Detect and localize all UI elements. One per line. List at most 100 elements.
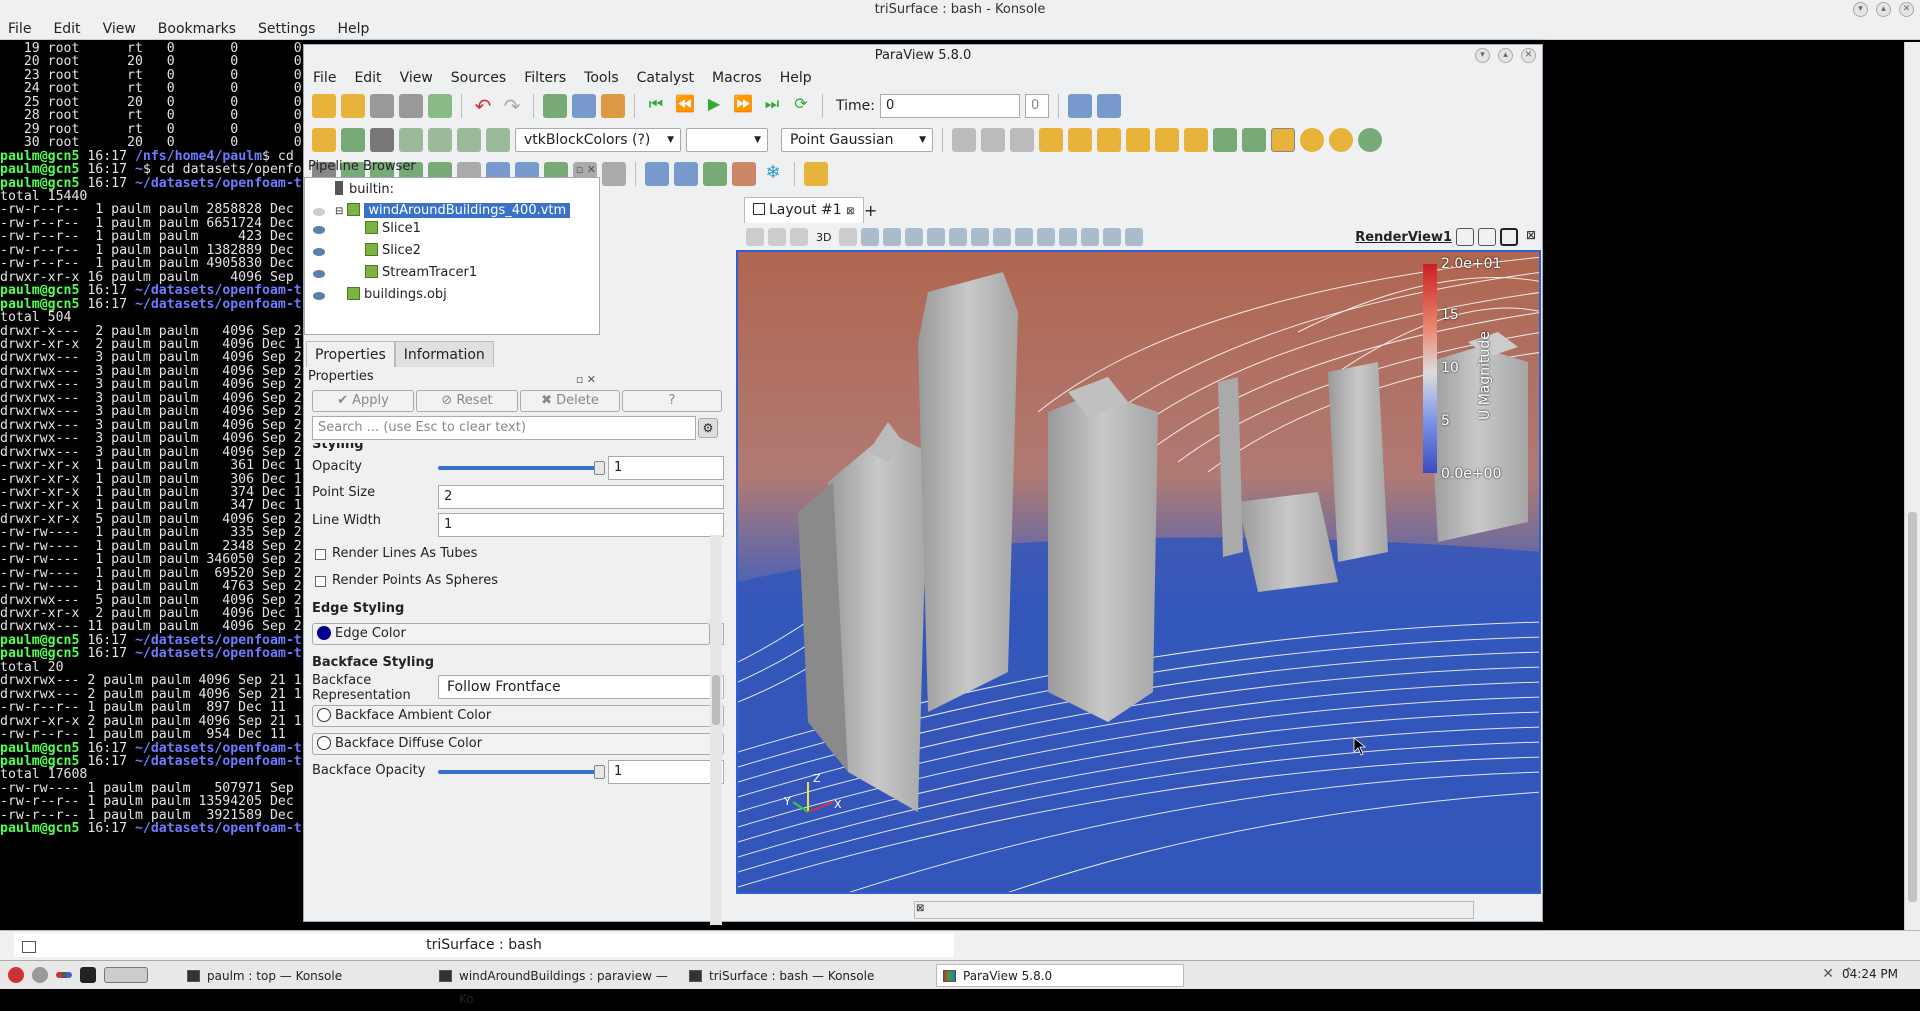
screenshot-icon[interactable] (572, 94, 596, 118)
menu-macros[interactable]: Macros (712, 67, 762, 89)
view-plus-x-icon[interactable] (1039, 128, 1063, 152)
close-view-icon[interactable]: ⊠ (1522, 228, 1540, 246)
previous-frame-icon[interactable]: ⏪ (673, 94, 697, 118)
backface-representation-select[interactable]: Follow Frontface▼ (438, 675, 724, 699)
konsole-maximize-button[interactable]: ▴ (1876, 2, 1891, 17)
colorbar[interactable] (1423, 264, 1437, 473)
point-size-input[interactable]: 2 (438, 485, 724, 509)
konsole-close-button[interactable]: ✕ (1899, 2, 1914, 17)
zoom-to-data-icon[interactable] (768, 228, 786, 246)
backface-opacity-slider-handle[interactable] (594, 765, 605, 779)
help-button[interactable]: ? (622, 390, 722, 412)
hover-cells-icon[interactable] (1015, 228, 1034, 246)
network-icon[interactable]: ✕ (1822, 966, 1834, 982)
opacity-input[interactable]: 1 (608, 456, 724, 480)
grow-selection-icon[interactable] (1037, 228, 1056, 246)
paraview-maximize-button[interactable]: ▴ (1498, 48, 1513, 63)
clock[interactable]: 04:24 PM (1842, 967, 1898, 981)
konsole-menu-bookmarks[interactable]: Bookmarks (158, 20, 236, 39)
render-lines-tubes-checkbox[interactable] (315, 549, 326, 560)
tab-information[interactable]: Information (394, 341, 494, 367)
properties-scrollbar[interactable] (710, 535, 722, 925)
python-shell-icon[interactable] (703, 162, 727, 186)
backface-diffuse-color-button[interactable]: Backface Diffuse Color (312, 733, 724, 755)
add-data-icon[interactable] (1096, 94, 1121, 118)
task-top-konsole[interactable]: paulm : top — Konsole (180, 964, 430, 987)
gear-icon[interactable]: ⚙ (698, 418, 718, 438)
view-plus-y-icon[interactable] (1097, 128, 1121, 152)
color-dots-icon[interactable] (56, 972, 72, 978)
select-cells-icon[interactable] (861, 228, 880, 246)
select-frustum-icon[interactable] (905, 228, 924, 246)
snowflake-icon[interactable]: ❄ (761, 162, 785, 186)
tab-properties[interactable]: Properties (306, 341, 395, 367)
konsole-menu-help[interactable]: Help (337, 20, 369, 39)
tab-layout-1[interactable]: Layout #1 ⊠ (744, 197, 864, 223)
terminal-launcher-icon[interactable] (80, 967, 96, 983)
paraview-minimize-button[interactable]: ▾ (1475, 48, 1490, 63)
find-data-icon[interactable] (1067, 94, 1092, 118)
trace-icon[interactable] (732, 162, 756, 186)
view-minus-y-icon[interactable] (1126, 128, 1150, 152)
center-axes-icon[interactable] (1271, 128, 1295, 152)
edit-colormap-icon[interactable] (370, 128, 394, 152)
camera-icon[interactable] (543, 94, 567, 118)
next-frame-icon[interactable]: ⏩ (731, 94, 755, 118)
pick-center-icon[interactable] (1300, 128, 1324, 152)
zoom-to-data-icon[interactable] (981, 128, 1005, 152)
color-palette-icon[interactable] (601, 94, 625, 118)
menu-help[interactable]: Help (780, 67, 812, 89)
delete-button[interactable]: ✖ Delete (520, 390, 620, 412)
menu-filters[interactable]: Filters (524, 67, 566, 89)
maximize-view-icon[interactable] (1500, 228, 1518, 246)
interaction-mode-icon[interactable] (839, 228, 858, 246)
rescale-custom-icon[interactable] (428, 128, 452, 152)
time-input[interactable]: 0 (879, 94, 1020, 118)
view-minus-x-icon[interactable] (1068, 128, 1092, 152)
interactive-select-icon[interactable] (971, 228, 990, 246)
last-frame-icon[interactable]: ⏭ (760, 94, 784, 118)
line-width-input[interactable]: 1 (438, 513, 724, 537)
menu-tools[interactable]: Tools (584, 67, 619, 89)
select-points-icon[interactable] (883, 228, 902, 246)
extract-level-icon[interactable] (602, 162, 626, 186)
reset-camera-icon[interactable] (746, 228, 764, 246)
eye-icon[interactable] (313, 226, 325, 234)
save-data-icon[interactable] (370, 94, 394, 118)
task-trisurface-konsole[interactable]: triSurface : bash — Konsole (682, 964, 932, 987)
select-blocks-icon[interactable] (949, 228, 968, 246)
render-points-spheres-checkbox[interactable] (315, 576, 326, 587)
close-icon[interactable]: ▫ ✕ (576, 370, 596, 390)
property-search-input[interactable]: Search ... (use Esc to clear text) (312, 416, 696, 440)
zoom-to-box-icon[interactable] (1010, 128, 1034, 152)
ruler-icon[interactable] (804, 162, 828, 186)
konsole-menu-settings[interactable]: Settings (258, 20, 315, 39)
undo-icon[interactable]: ↶ (471, 94, 495, 118)
hover-points-icon[interactable] (993, 228, 1012, 246)
konsole-menu-edit[interactable]: Edit (53, 20, 80, 39)
colormap-icon[interactable] (312, 128, 336, 152)
rescale-visible-icon[interactable] (457, 128, 481, 152)
menu-catalyst[interactable]: Catalyst (637, 67, 694, 89)
plot-icon[interactable] (674, 162, 698, 186)
konsole-tab[interactable]: triSurface : bash (14, 933, 954, 957)
pipeline-item-slice2[interactable]: Slice2 (365, 241, 421, 261)
query-icon[interactable] (1103, 228, 1122, 246)
desktop-pager[interactable] (104, 967, 148, 983)
task-paraview[interactable]: ParaView 5.8.0 (936, 964, 1184, 987)
reset-center-icon[interactable] (1329, 128, 1353, 152)
task-paraview-konsole[interactable]: windAroundBuildings : paraview — Ko (432, 964, 670, 1006)
pipeline-item-slice1[interactable]: Slice1 (365, 219, 421, 239)
representation-select[interactable]: Point Gaussian ▼ (781, 128, 933, 152)
opacity-slider-handle[interactable] (594, 461, 605, 475)
split-vertical-icon[interactable] (1478, 228, 1496, 246)
shrink-selection-icon[interactable] (1059, 228, 1078, 246)
pipeline-item-vtm[interactable]: ⊟ windAroundBuildings_400.vtm (335, 201, 571, 221)
component-select[interactable]: ▼ (686, 128, 768, 152)
pipeline-browser[interactable]: builtin: ⊟ windAroundBuildings_400.vtm Sl… (304, 177, 600, 335)
terminal-scrollbar[interactable] (1904, 42, 1920, 930)
capture-icon[interactable] (790, 228, 808, 246)
menu-view[interactable]: View (400, 67, 433, 89)
connect-icon[interactable] (428, 94, 452, 118)
rescale-range-icon[interactable] (399, 128, 423, 152)
